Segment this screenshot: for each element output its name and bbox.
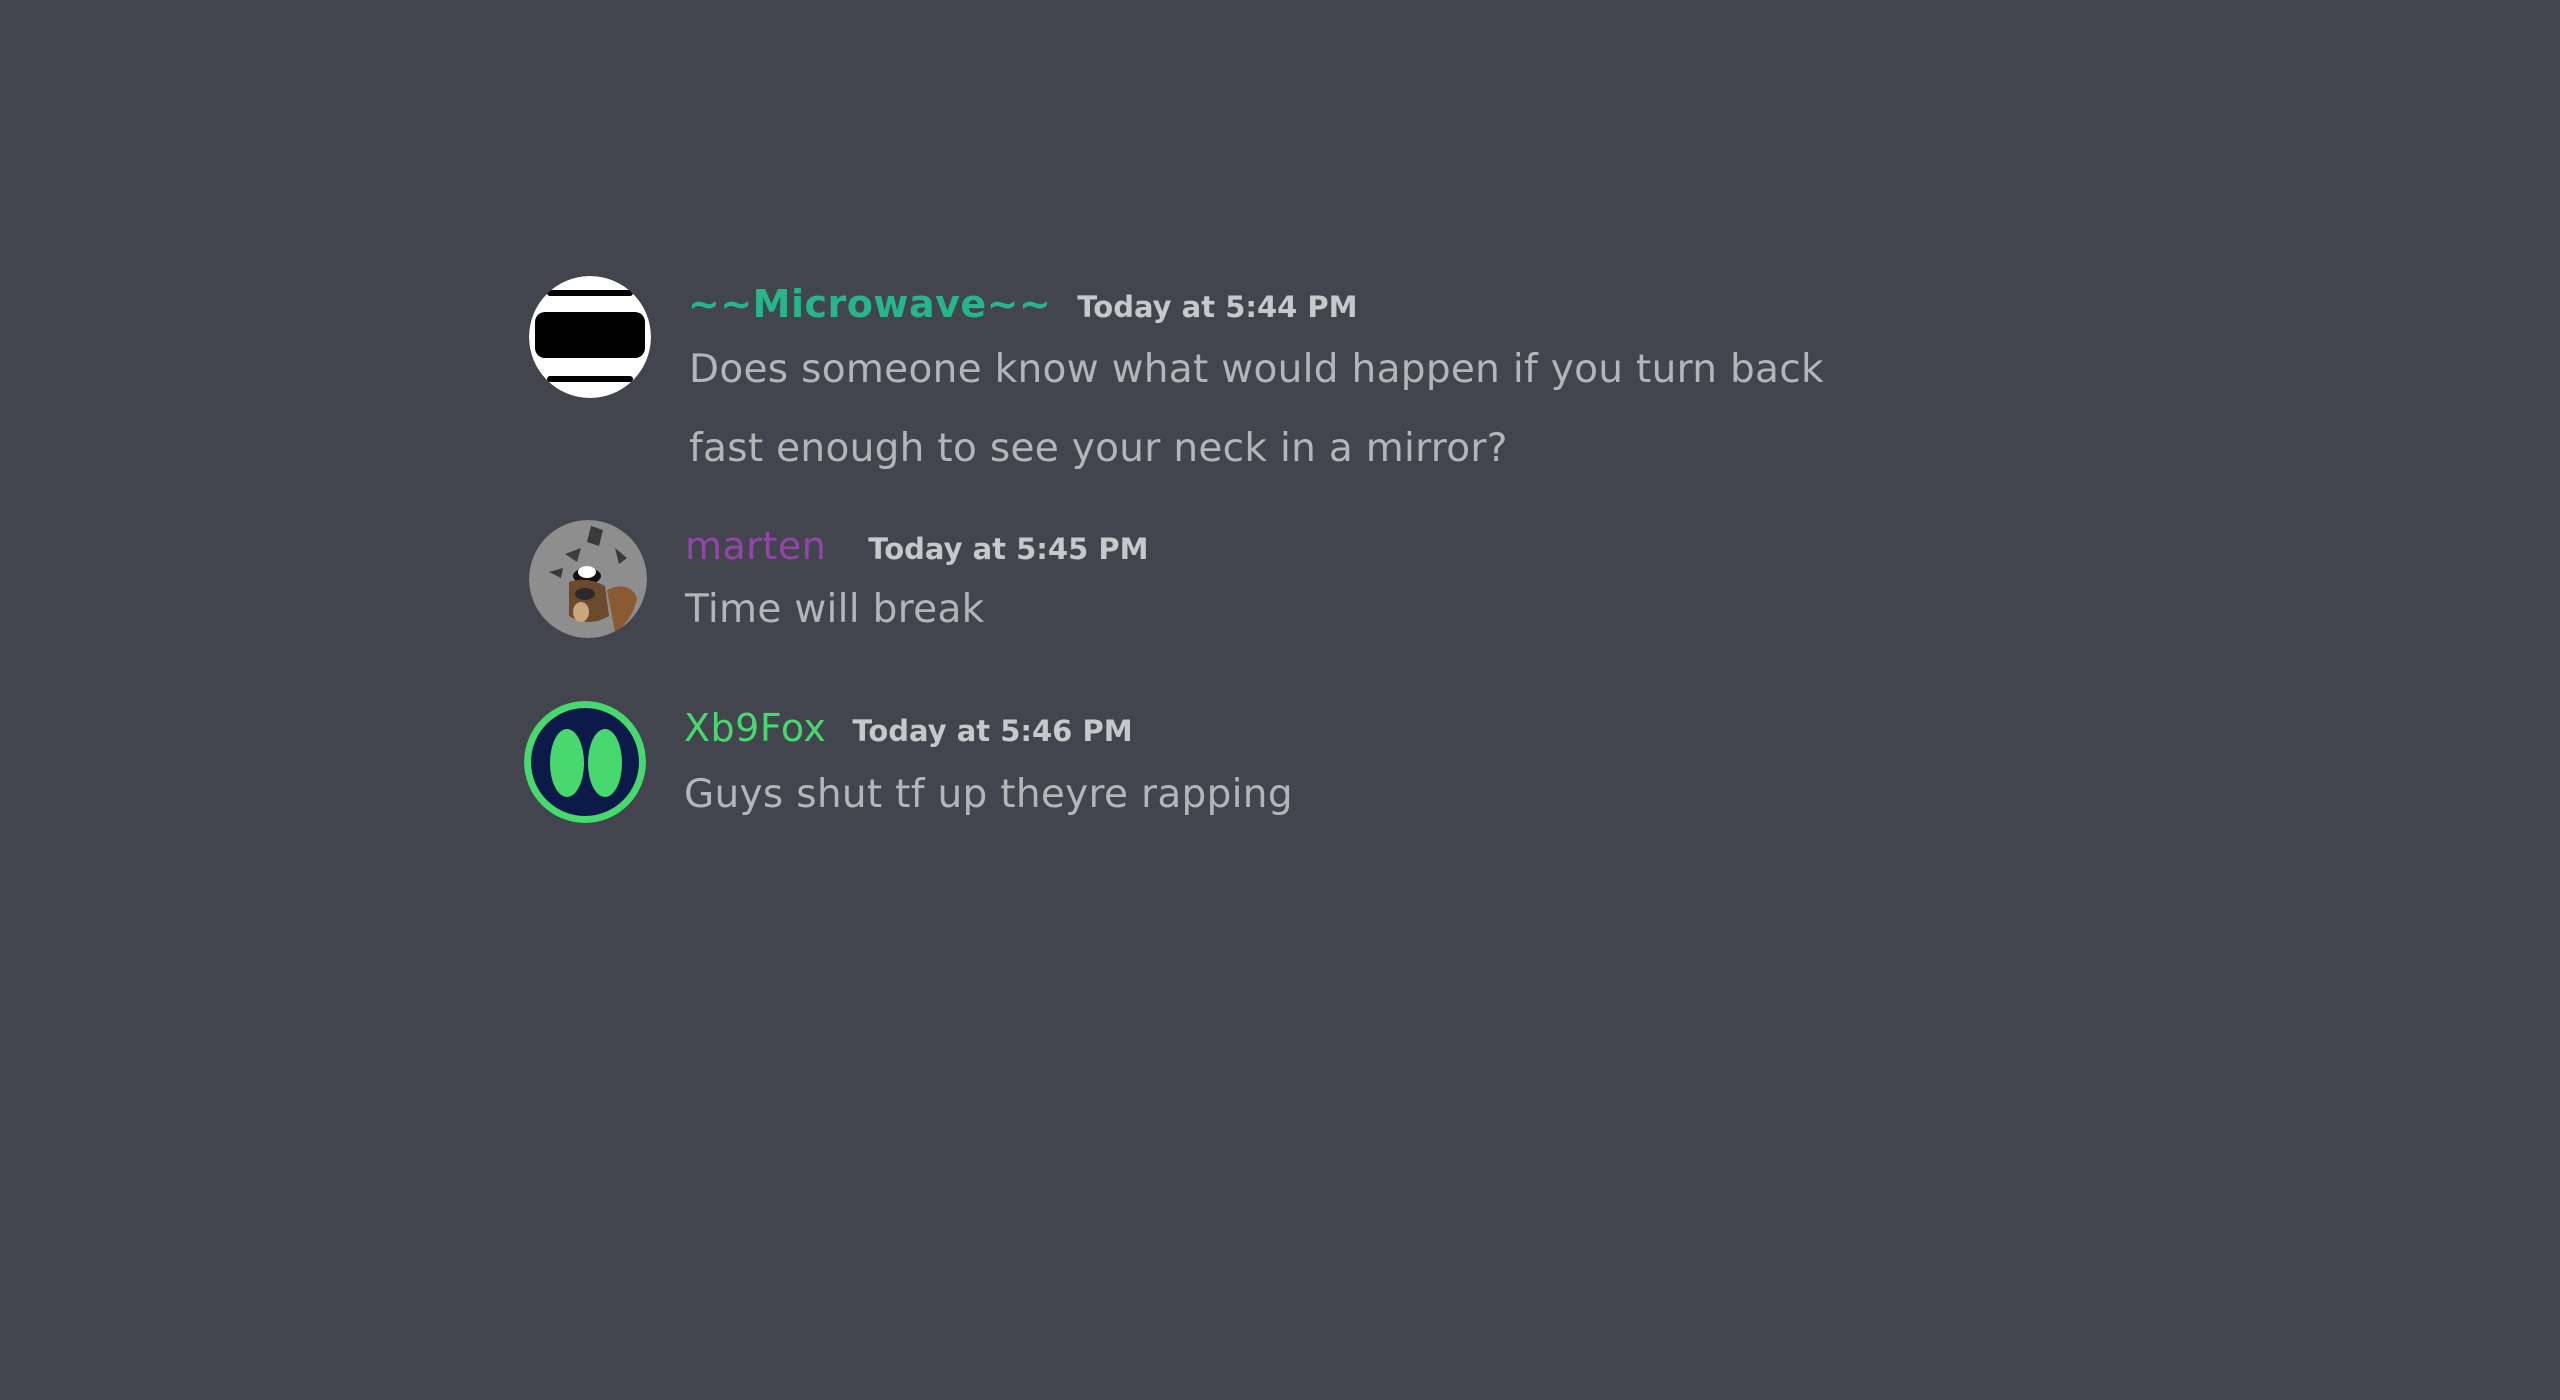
avatar[interactable] (529, 276, 651, 398)
username[interactable]: Xb9Fox (684, 706, 826, 750)
message-content: Does someone know what would happen if y… (689, 330, 1824, 488)
message-content: Time will break (685, 570, 985, 649)
xb9fox-avatar-icon (524, 701, 646, 823)
username[interactable]: ~~Microwave~~ (688, 282, 1051, 326)
timestamp: Today at 5:44 PM (1077, 290, 1358, 324)
chat-message-list: ~~Microwave~~ Today at 5:44 PM Does some… (0, 0, 2560, 1400)
timestamp: Today at 5:45 PM (868, 532, 1149, 566)
timestamp: Today at 5:46 PM (852, 714, 1133, 748)
avatar[interactable] (524, 701, 646, 823)
message-line: Time will break (685, 587, 985, 632)
username[interactable]: marten (685, 524, 826, 568)
message-line: fast enough to see your neck in a mirror… (689, 426, 1508, 471)
message-line: Does someone know what would happen if y… (689, 347, 1824, 392)
message-line: Guys shut tf up theyre rapping (684, 772, 1293, 817)
message-content: Guys shut tf up theyre rapping (684, 755, 1293, 834)
avatar[interactable] (529, 520, 647, 638)
marten-avatar-icon (529, 520, 647, 638)
microwave-avatar-icon (529, 276, 651, 398)
